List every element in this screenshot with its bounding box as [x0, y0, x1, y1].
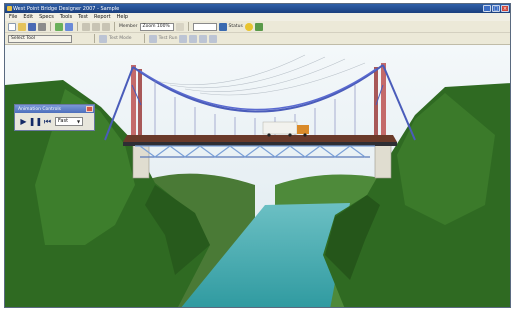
grid-icon[interactable] [209, 34, 218, 43]
play-mode-icon[interactable] [99, 34, 107, 43]
toolbar-divider [114, 22, 115, 31]
menu-bar: File Edit Specs Tools Test Report Help [5, 13, 510, 21]
bridge-3d-view[interactable]: Animation Controls ▶ ❚❚ ⏮ Fast ▼ [5, 45, 510, 307]
speed-value: Fast [58, 118, 69, 124]
member-size-dropdown[interactable] [192, 22, 217, 31]
title-bar: West Point Bridge Designer 2007 - Sample… [5, 4, 510, 13]
status-light-icon[interactable] [244, 22, 253, 31]
toolbar-divider [94, 34, 95, 43]
menu-file[interactable]: File [9, 14, 17, 20]
minimize-button[interactable]: _ [483, 5, 491, 12]
new-file-icon[interactable] [8, 22, 16, 31]
close-button[interactable]: × [501, 5, 509, 12]
zoom-icon[interactable] [189, 34, 198, 43]
run-test-icon[interactable] [148, 34, 157, 43]
redo-icon[interactable] [92, 22, 100, 31]
toolbar-divider [143, 34, 145, 43]
main-toolbar: Member Zoom 100% Status [5, 21, 510, 33]
design-icon[interactable] [55, 22, 63, 31]
print-icon[interactable] [38, 22, 46, 31]
member-label: Member [119, 24, 138, 29]
bridge-scene [5, 45, 510, 307]
open-folder-icon[interactable] [18, 22, 26, 31]
app-window: West Point Bridge Designer 2007 - Sample… [4, 3, 511, 308]
animation-controls-panel: Animation Controls ▶ ❚❚ ⏮ Fast ▼ [14, 104, 95, 131]
toolbar-divider [77, 22, 78, 31]
animation-controls-row: ▶ ❚❚ ⏮ Fast ▼ [15, 113, 94, 130]
load-test-icon[interactable] [65, 22, 73, 31]
status-label: Status [228, 24, 243, 29]
animation-controls-title: Animation Controls [18, 106, 61, 112]
zoom-in-icon[interactable] [175, 22, 184, 31]
toolbar-divider [50, 22, 51, 31]
maximize-button[interactable]: □ [492, 5, 500, 12]
pause-icon[interactable]: ❚❚ [29, 117, 42, 126]
calculator-icon[interactable] [218, 22, 227, 31]
tool-select-dropdown[interactable]: Select Tool [8, 34, 72, 43]
menu-tools[interactable]: Tools [60, 14, 72, 20]
menu-specs[interactable]: Specs [39, 14, 54, 20]
speed-dropdown[interactable]: Fast ▼ [55, 117, 83, 126]
play-icon[interactable]: ▶ [19, 117, 28, 126]
panel-close-button[interactable] [86, 106, 93, 112]
test-run-label: Test Run [158, 36, 178, 41]
window-title: West Point Bridge Designer 2007 - Sample [13, 5, 120, 12]
menu-help[interactable]: Help [117, 14, 128, 20]
zoom-dropdown[interactable]: Zoom 100% [139, 22, 174, 31]
menu-test[interactable]: Test [78, 14, 88, 20]
animation-controls-header: Animation Controls [15, 105, 94, 113]
secondary-toolbar: Select Tool Test Mode Test Run [5, 33, 510, 45]
step-icon[interactable] [179, 34, 188, 43]
rewind-icon[interactable]: ⏮ [43, 117, 52, 126]
app-icon [7, 6, 12, 11]
add-icon[interactable] [199, 34, 208, 43]
save-icon[interactable] [28, 22, 36, 31]
cut-icon[interactable] [102, 22, 110, 31]
design-mode-label: Test Mode [109, 36, 132, 41]
chevron-down-icon: ▼ [76, 119, 81, 124]
menu-edit[interactable]: Edit [23, 14, 33, 20]
report-icon[interactable] [254, 22, 263, 31]
toolbar-divider [187, 22, 189, 31]
menu-report[interactable]: Report [94, 14, 111, 20]
undo-icon[interactable] [82, 22, 90, 31]
bridge-deck [123, 135, 397, 146]
